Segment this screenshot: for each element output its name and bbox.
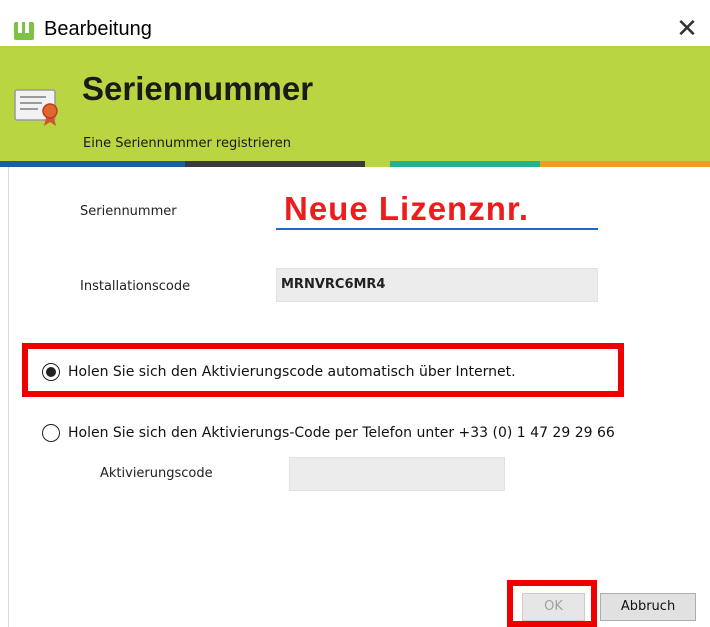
close-icon[interactable]: ✕ [672,14,702,44]
serial-number-input[interactable] [276,228,598,230]
annotation-box-ok [507,580,597,627]
option-phone[interactable]: Holen Sie sich den Aktivierungs-Code per… [42,421,615,445]
cancel-button[interactable]: Abbruch [600,593,696,621]
certificate-icon [14,89,58,126]
radio-phone[interactable] [42,424,60,442]
window-title: Bearbeitung [44,18,152,40]
option-phone-label: Holen Sie sich den Aktivierungs-Code per… [68,425,615,441]
activation-code-input[interactable] [289,457,505,491]
install-code-label: Installationscode [80,279,191,294]
content-frame-border [8,167,9,627]
install-code-field: MRNVRC6MR4 [276,268,598,302]
annotation-box-internet [22,343,624,397]
app-icon [14,22,34,40]
serial-number-annotation: Neue Lizenznr. [284,190,530,227]
activation-code-label: Aktivierungscode [100,466,213,481]
banner-title: Seriennummer [82,70,314,107]
serial-number-label: Seriennummer [80,204,177,219]
header-banner: Seriennummer Eine Seriennummer registrie… [0,46,710,161]
banner-subtitle: Eine Seriennummer registrieren [83,136,291,151]
